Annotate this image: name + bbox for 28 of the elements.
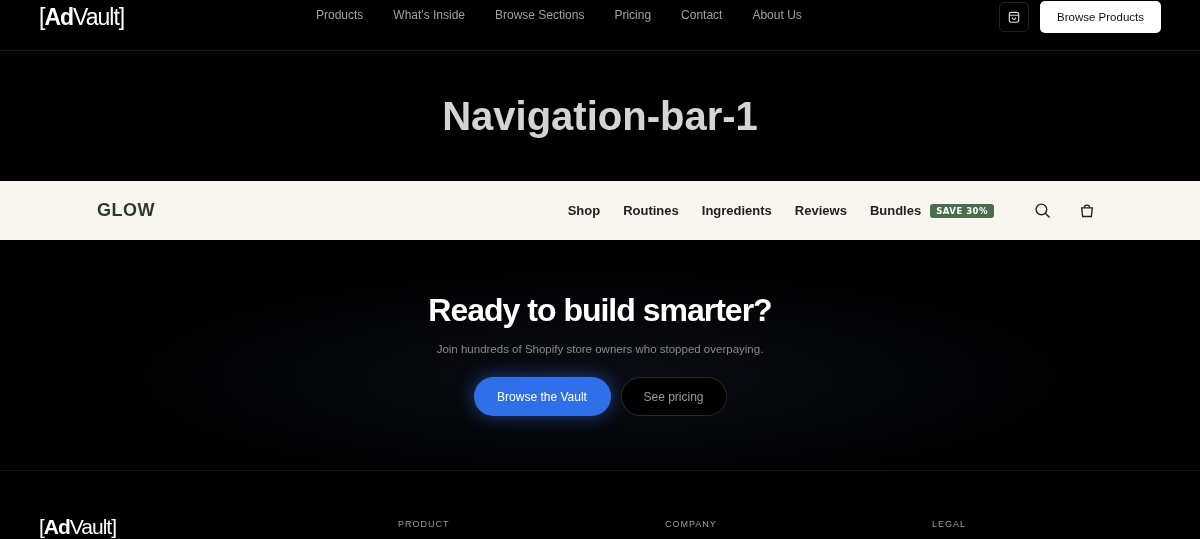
nav-link[interactable]: Pricing [614,8,652,22]
discount-badge: SAVE 30% [930,203,994,218]
logo[interactable]: [AdVault] [39,3,125,31]
nav-link[interactable]: What's Inside [393,8,465,22]
nav-link[interactable]: Routines [623,203,679,218]
see-pricing-button[interactable]: See pricing [620,377,727,416]
nav-link[interactable]: Contact [681,8,723,22]
nav-link[interactable]: Shop [567,203,601,218]
nav-link[interactable]: About Us [752,8,802,22]
browse-products-button[interactable]: Browse Products [1040,1,1161,33]
bag-icon [1007,10,1022,24]
footer-heading: LEGAL [932,519,967,529]
bag-icon[interactable] [1079,202,1095,219]
nav-link[interactable]: Ingredients [701,203,772,218]
footer-heading: COMPANY [665,519,717,529]
nav-link[interactable]: Browse Sections [495,8,585,22]
section-title: Navigation-bar-1 [442,93,758,139]
browse-vault-button[interactable]: Browse the Vault [473,377,611,416]
nav-link[interactable]: Bundles [869,203,922,218]
nav-link[interactable]: Products [316,8,364,22]
cart-button[interactable] [999,2,1030,32]
footer-heading: PRODUCT [398,519,450,529]
cta-heading: Ready to build smarter? [428,292,772,329]
search-icon[interactable] [1034,202,1051,219]
footer-logo: [AdVault] [39,515,116,539]
cta-subtitle: Join hundreds of Shopify store owners who stopped overpaying. [436,343,764,355]
nav-link[interactable]: Reviews [794,203,847,218]
brand-logo[interactable]: GLOW [97,200,155,221]
